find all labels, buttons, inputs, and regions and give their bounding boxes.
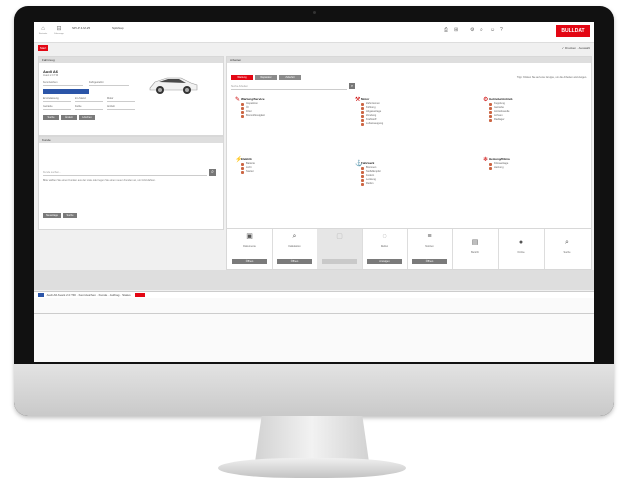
hint-text: Tipp: Klicken Sie auf eine Gruppe, um di… [516,76,587,79]
list-item[interactable]: Starter [241,170,255,174]
grid-icon[interactable]: ⊞ [454,27,458,33]
screen: ⌂ Startseite ⊟ Fahrzeuge SPI-P 4-M-25 Spit… [34,22,594,362]
status-flag [135,293,146,298]
field-gearbox[interactable]: Getriebe [43,105,71,110]
print-action[interactable]: Drucken [565,46,576,50]
gray-band [34,270,594,290]
monitor-base [218,458,406,478]
action-strip: ▣ Dokumente Öffnen ⌕ Kalkulation Öffnen … [226,228,592,270]
user-icon[interactable]: ☺ [490,27,495,33]
group-electrics[interactable]: ⚡ Elektrik Batterie Licht Starter [235,157,255,174]
list-item[interactable]: Reifen [361,182,381,186]
search-cell[interactable]: ⌕ Suche [544,229,590,269]
panel-header: Fahrzeug [39,57,223,63]
tab-accessories[interactable]: Zubehör [279,75,301,80]
vehicle-sub: Avant 2.0 TDI [43,74,59,77]
tires-show-button[interactable]: Anzeigen [367,259,402,264]
disabled-cell: ▢ [317,229,363,269]
toolbar-item[interactable]: Spitzkap [112,26,124,30]
work-search-input[interactable]: Suche Arbeiten [231,85,347,90]
work-panel: Arbeiten Wartung Reparatur Zubehör Tipp:… [226,56,592,230]
group-maintenance[interactable]: ✎ Wartung/Service Inspektion Öl Filter B… [235,97,265,118]
notes-icon: ≡ [427,233,432,240]
calculation-cell[interactable]: ⌕ Kalkulation Öffnen [272,229,318,269]
help-icon[interactable]: ? [500,27,503,33]
group-climate[interactable]: ❄ Heizung/Klima Klimaanlage Heizung [483,157,510,170]
search-icon: ⌕ [565,239,569,246]
panel-header: Kunde [39,137,223,143]
field-drive[interactable]: Antrieb [107,105,135,110]
group-chassis[interactable]: ⚓ Fahrwerk Bremsen Stoßdämpfer Federn Le… [355,161,381,186]
select-action[interactable]: Auswahl [579,46,590,50]
report-cell[interactable]: ▤ Bericht [452,229,499,269]
tires-cell[interactable]: ◌ Reifen Anzeigen [362,229,408,269]
report-icon: ▤ [471,239,479,246]
toolbar-item[interactable]: SPI-P 4-M-25 [72,26,90,30]
search-icon[interactable]: ⌕ [209,169,216,176]
vehicle-panel: Fahrzeug Audi A6 Avant 2.0 TDI Kennzeich… [38,56,224,136]
field-engine[interactable]: Motor [107,97,135,102]
field-reg[interactable]: Erstzulassung [43,97,71,102]
field-color[interactable]: Farbe [75,105,103,110]
lower-divider [34,313,594,314]
search-icon[interactable]: ⌕ [480,27,483,33]
tab-repair[interactable]: Reparatur [255,75,277,80]
calculation-open-button[interactable]: Öffnen [277,259,312,264]
camera-dot [313,11,316,14]
field-vin[interactable]: Fahrgestellnr. [89,81,129,86]
field-plate[interactable]: Kennzeichen [43,81,83,86]
list-item[interactable]: Bremsflüssigkeit [241,114,265,118]
documents-cell[interactable]: ▣ Dokumente Öffnen [227,229,273,269]
customer-note: Bitte wählen Sie einen Kunden aus der Li… [43,179,156,182]
lower-workspace [34,298,594,362]
search-icon[interactable]: ⌕ [349,83,355,89]
globe-icon: ● [518,239,524,246]
home-icon[interactable]: ⌂ Startseite [38,25,48,37]
group-engine[interactable]: ⚒ Motor Zahnriemen Kühlung Abgasanlage Z… [355,97,383,126]
status-text: Audi A6 Avant 2.0 TDI · Kennzeichen · Ku… [46,293,131,297]
car-icon[interactable]: ⊟ Fahrzeuge [54,25,64,37]
placeholder-icon: ▢ [336,233,343,240]
field-km[interactable]: km-Stand [75,97,103,102]
panel-header: Arbeiten [227,57,591,63]
printer-icon[interactable]: ⎙ [444,27,448,33]
status-indicator [38,293,44,298]
disabled-button [322,259,357,264]
selection-bar[interactable] [43,89,89,94]
monitor-stand [255,416,369,460]
monitor-chin [14,364,614,416]
group-drivetrain[interactable]: ⚙ Getriebe/Antrieb Kupplung Getriebe Ant… [483,97,513,122]
online-cell[interactable]: ● Online [498,229,545,269]
car-image [149,77,198,94]
top-toolbar: ⌂ Startseite ⊟ Fahrzeuge SPI-P 4-M-25 Spit… [34,22,594,43]
subbar-actions: ✓ Drucken · Auswahl [561,46,590,50]
start-tab[interactable]: Start [38,45,48,51]
calculator-icon: ⌕ [292,233,297,240]
vehicle-search-button[interactable]: Suche [43,115,59,120]
document-icon: ▣ [246,233,253,240]
tab-maintenance[interactable]: Wartung [231,75,253,80]
vehicle-edit-button[interactable]: Ändern [61,115,77,120]
tire-icon: ◌ [382,233,387,240]
customer-search-input[interactable]: Kunde suchen... [43,171,207,176]
settings-icon[interactable]: ⚙ [470,27,474,33]
list-item[interactable]: Heizung [489,166,510,170]
list-item[interactable]: Luftansaugung [361,122,383,126]
notes-cell[interactable]: ≡ Notizen Öffnen [407,229,453,269]
customer-search-button[interactable]: Suche [63,213,77,218]
brand-logo: BULLDAT [556,25,590,37]
vehicle-delete-button[interactable]: Löschen [79,115,95,120]
notes-open-button[interactable]: Öffnen [412,259,447,264]
customer-new-button[interactable]: Neuanlage [43,213,61,218]
customer-panel: Kunde Kunde suchen... ⌕ Bitte wählen Sie… [38,136,224,230]
list-item[interactable]: Radlager [489,118,513,122]
documents-open-button[interactable]: Öffnen [232,259,267,264]
